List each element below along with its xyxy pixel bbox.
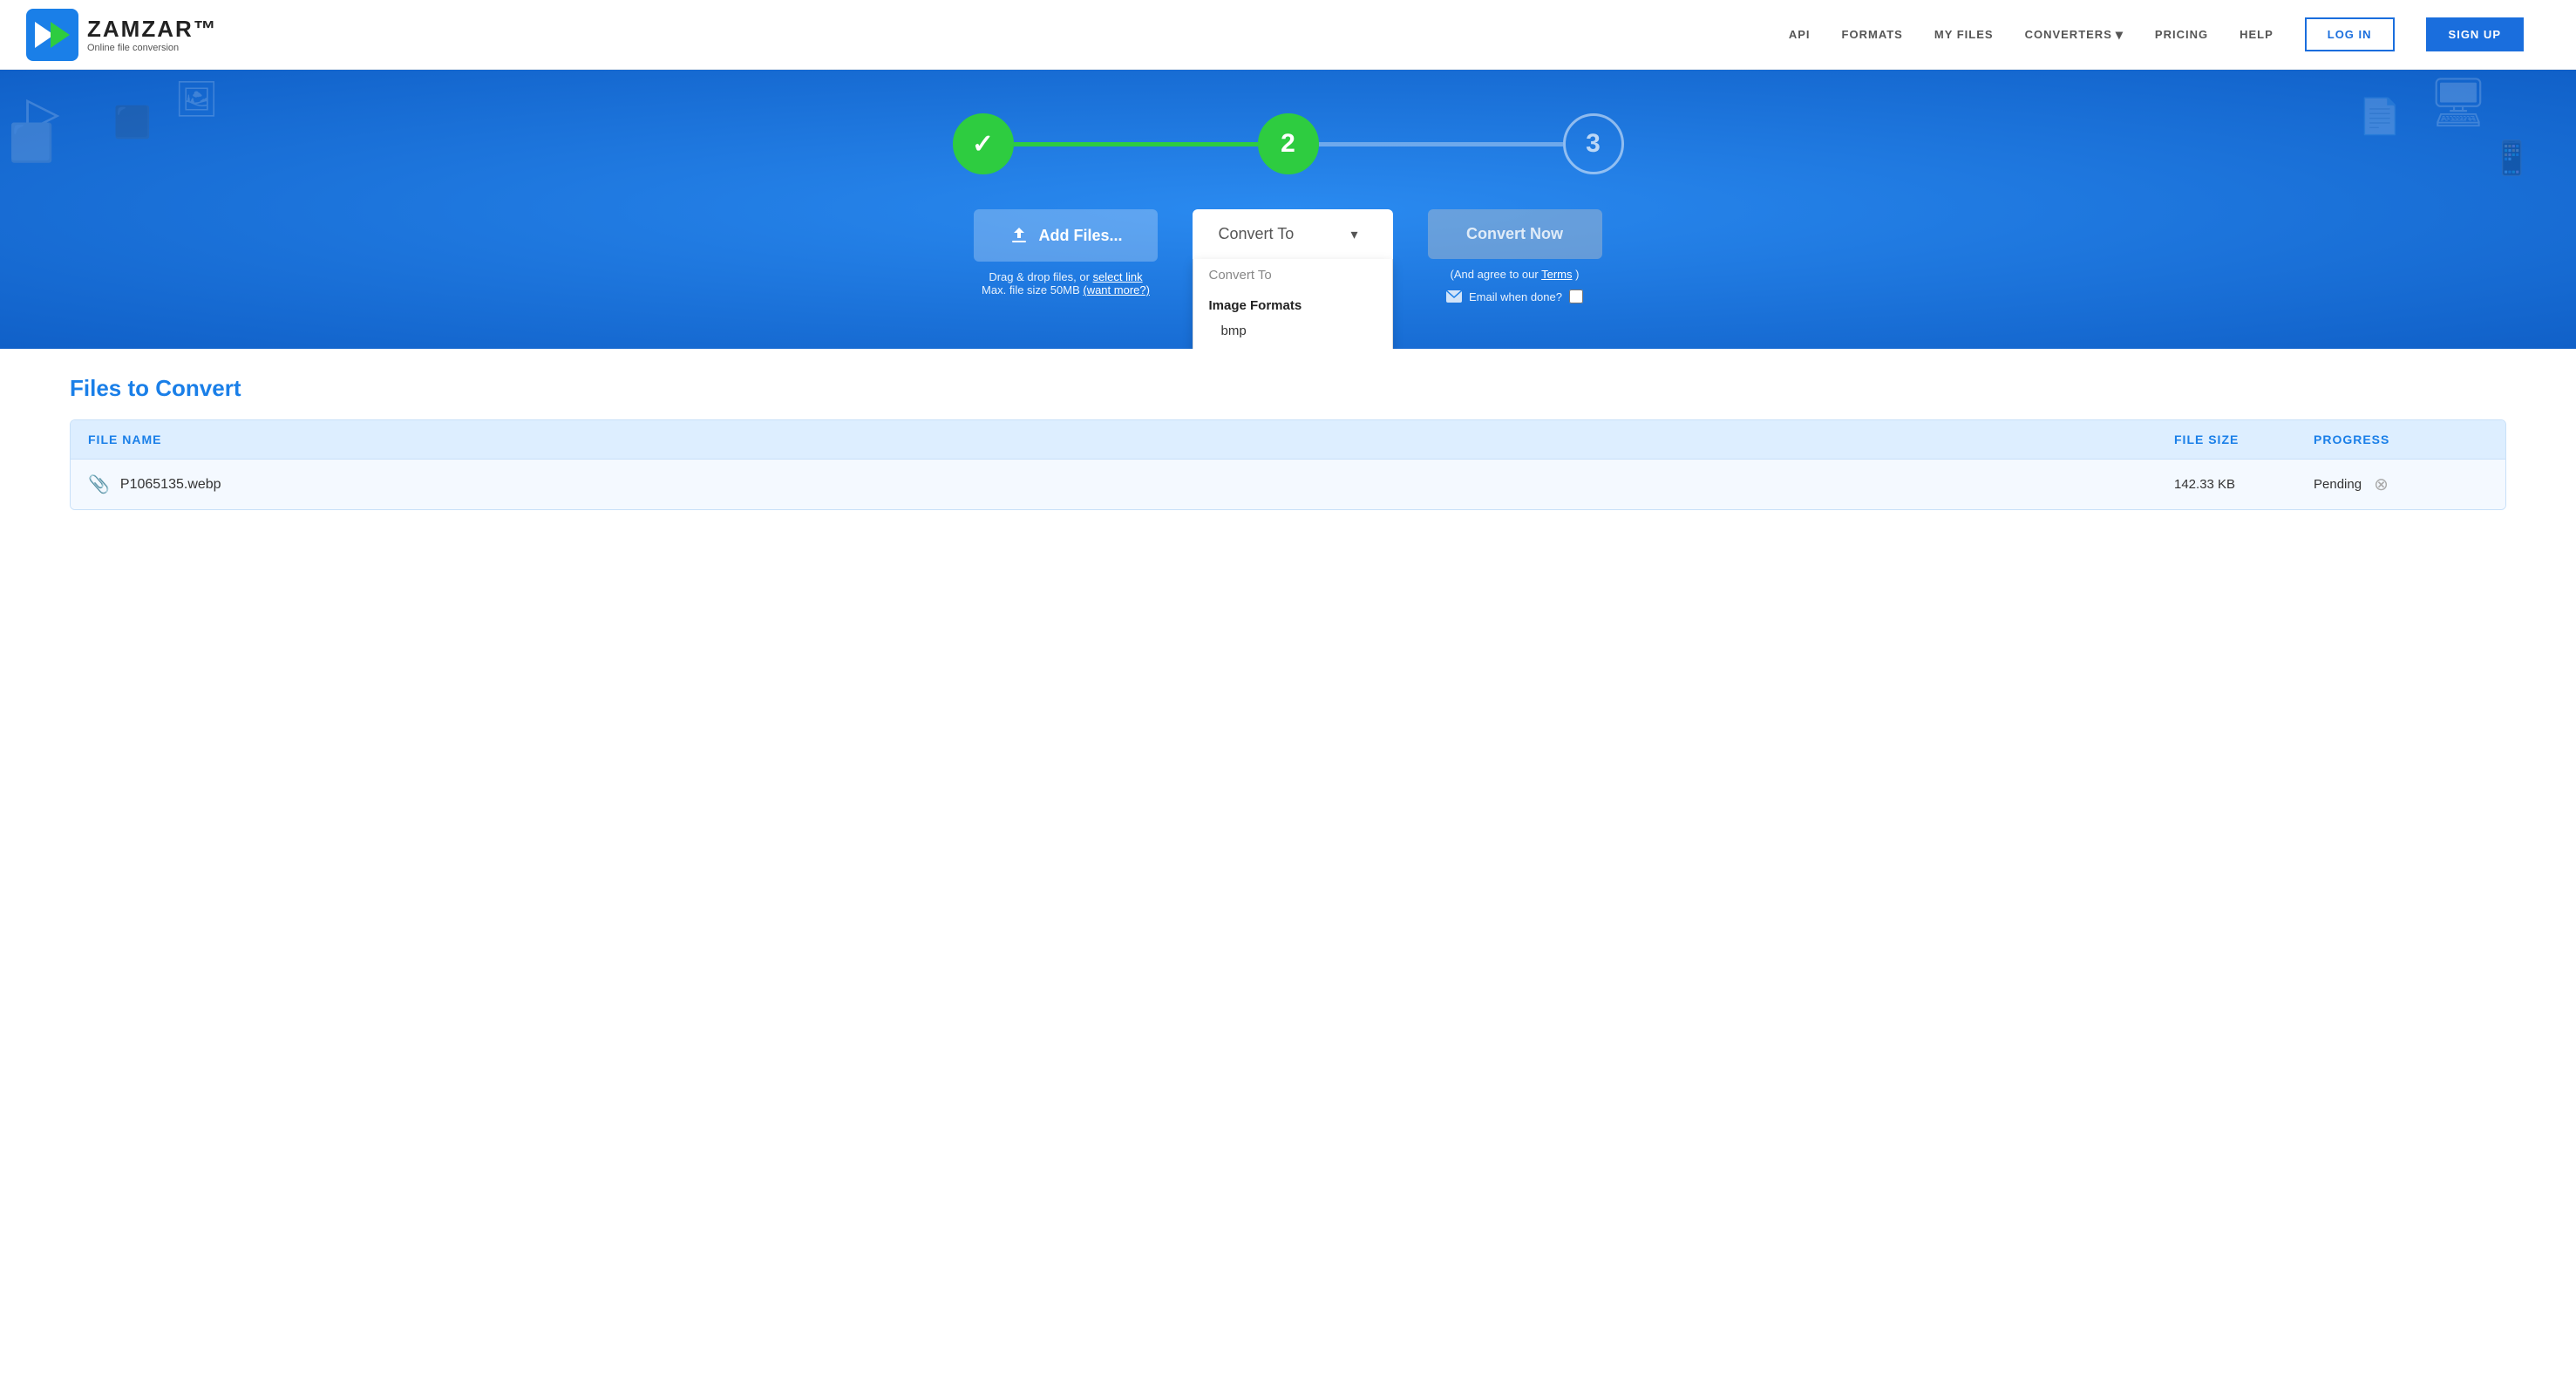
email-checkbox[interactable] bbox=[1569, 290, 1583, 303]
convert-to-col: Convert To Convert To Image Formats bmp … bbox=[1193, 209, 1393, 259]
main-nav: API FORMATS MY FILES CONVERTERS PRICING … bbox=[1789, 17, 2524, 51]
step-3-circle: 3 bbox=[1563, 113, 1624, 174]
nav-pricing[interactable]: PRICING bbox=[2155, 28, 2208, 41]
signup-button[interactable]: SIGN UP bbox=[2426, 17, 2524, 51]
hero-section: ▷ ⬛ 🖼 ⬜ 🖥 📄 📱 ✓ 2 3 bbox=[0, 70, 2576, 349]
nav-my-files[interactable]: MY FILES bbox=[1934, 28, 1994, 41]
logo-title: ZAMZAR™ bbox=[87, 16, 218, 43]
files-title: Files to Convert bbox=[70, 375, 2506, 402]
logo[interactable]: ZAMZAR™ Online file conversion bbox=[26, 9, 218, 61]
table-row: 📎 P1065135.webp 142.33 KB Pending ⊗ bbox=[71, 459, 2505, 509]
file-name: P1065135.webp bbox=[120, 477, 221, 493]
file-name-cell: 📎 P1065135.webp bbox=[88, 473, 2174, 495]
upload-icon bbox=[1009, 225, 1030, 246]
email-icon bbox=[1446, 290, 1462, 303]
chevron-down-icon bbox=[2116, 26, 2124, 44]
dropdown-placeholder: Convert To bbox=[1193, 259, 1392, 291]
cancel-icon[interactable]: ⊗ bbox=[2374, 473, 2389, 495]
files-section: Files to Convert FILE NAME FILE SIZE PRO… bbox=[0, 349, 2576, 536]
nav-formats[interactable]: FORMATS bbox=[1842, 28, 1903, 41]
col-header-filesize: FILE SIZE bbox=[2174, 433, 2314, 446]
dropdown-group-image: Image Formats bbox=[1193, 291, 1392, 317]
file-size-cell: 142.33 KB bbox=[2174, 477, 2314, 492]
step-line-1-2 bbox=[1014, 142, 1258, 146]
file-progress-cell: Pending ⊗ bbox=[2314, 473, 2488, 495]
convert-now-button[interactable]: Convert Now bbox=[1428, 209, 1602, 259]
terms-link[interactable]: Terms bbox=[1541, 268, 1572, 281]
logo-icon bbox=[26, 9, 78, 61]
paperclip-icon: 📎 bbox=[88, 473, 110, 495]
files-table-header: FILE NAME FILE SIZE PROGRESS bbox=[71, 420, 2505, 459]
login-button[interactable]: LOG IN bbox=[2305, 17, 2395, 51]
action-row: Add Files... Drag & drop files, or selec… bbox=[896, 209, 1681, 303]
convert-to-wrapper: Convert To Convert To Image Formats bmp … bbox=[1193, 209, 1393, 259]
nav-converters[interactable]: CONVERTERS bbox=[2025, 26, 2124, 44]
step-2-circle: 2 bbox=[1258, 113, 1319, 174]
nav-help[interactable]: HELP bbox=[2240, 28, 2274, 41]
nav-api[interactable]: API bbox=[1789, 28, 1811, 41]
step-1-circle: ✓ bbox=[953, 113, 1014, 174]
step-line-2-3 bbox=[1319, 142, 1563, 146]
add-files-subtext: Drag & drop files, or select link Max. f… bbox=[982, 270, 1150, 296]
select-link[interactable]: select link bbox=[1093, 270, 1143, 283]
dropdown-item-bmp[interactable]: bmp bbox=[1193, 317, 1392, 345]
logo-subtitle: Online file conversion bbox=[87, 43, 218, 53]
files-table: FILE NAME FILE SIZE PROGRESS 📎 P1065135.… bbox=[70, 419, 2506, 510]
header: ZAMZAR™ Online file conversion API FORMA… bbox=[0, 0, 2576, 70]
add-files-button[interactable]: Add Files... bbox=[974, 209, 1157, 262]
convert-now-col: Convert Now (And agree to our Terms ) Em… bbox=[1428, 209, 1602, 303]
stepper-container: ✓ 2 3 bbox=[931, 96, 1646, 183]
dropdown-item-gif[interactable]: gif bbox=[1193, 345, 1392, 349]
convert-now-subtext: (And agree to our Terms ) bbox=[1451, 268, 1580, 281]
stepper: ✓ 2 3 bbox=[931, 96, 1646, 183]
email-when-done: Email when done? bbox=[1446, 290, 1583, 303]
col-header-progress: PROGRESS bbox=[2314, 433, 2488, 446]
convert-to-button[interactable]: Convert To bbox=[1193, 209, 1393, 259]
want-more-link[interactable]: (want more?) bbox=[1083, 283, 1150, 296]
add-files-col: Add Files... Drag & drop files, or selec… bbox=[974, 209, 1157, 296]
convert-to-dropdown: Convert To Image Formats bmp gif jpg pcx… bbox=[1193, 259, 1393, 349]
file-progress-status: Pending bbox=[2314, 477, 2362, 492]
col-header-filename: FILE NAME bbox=[88, 433, 2174, 446]
chevron-down-icon bbox=[1350, 225, 1357, 243]
